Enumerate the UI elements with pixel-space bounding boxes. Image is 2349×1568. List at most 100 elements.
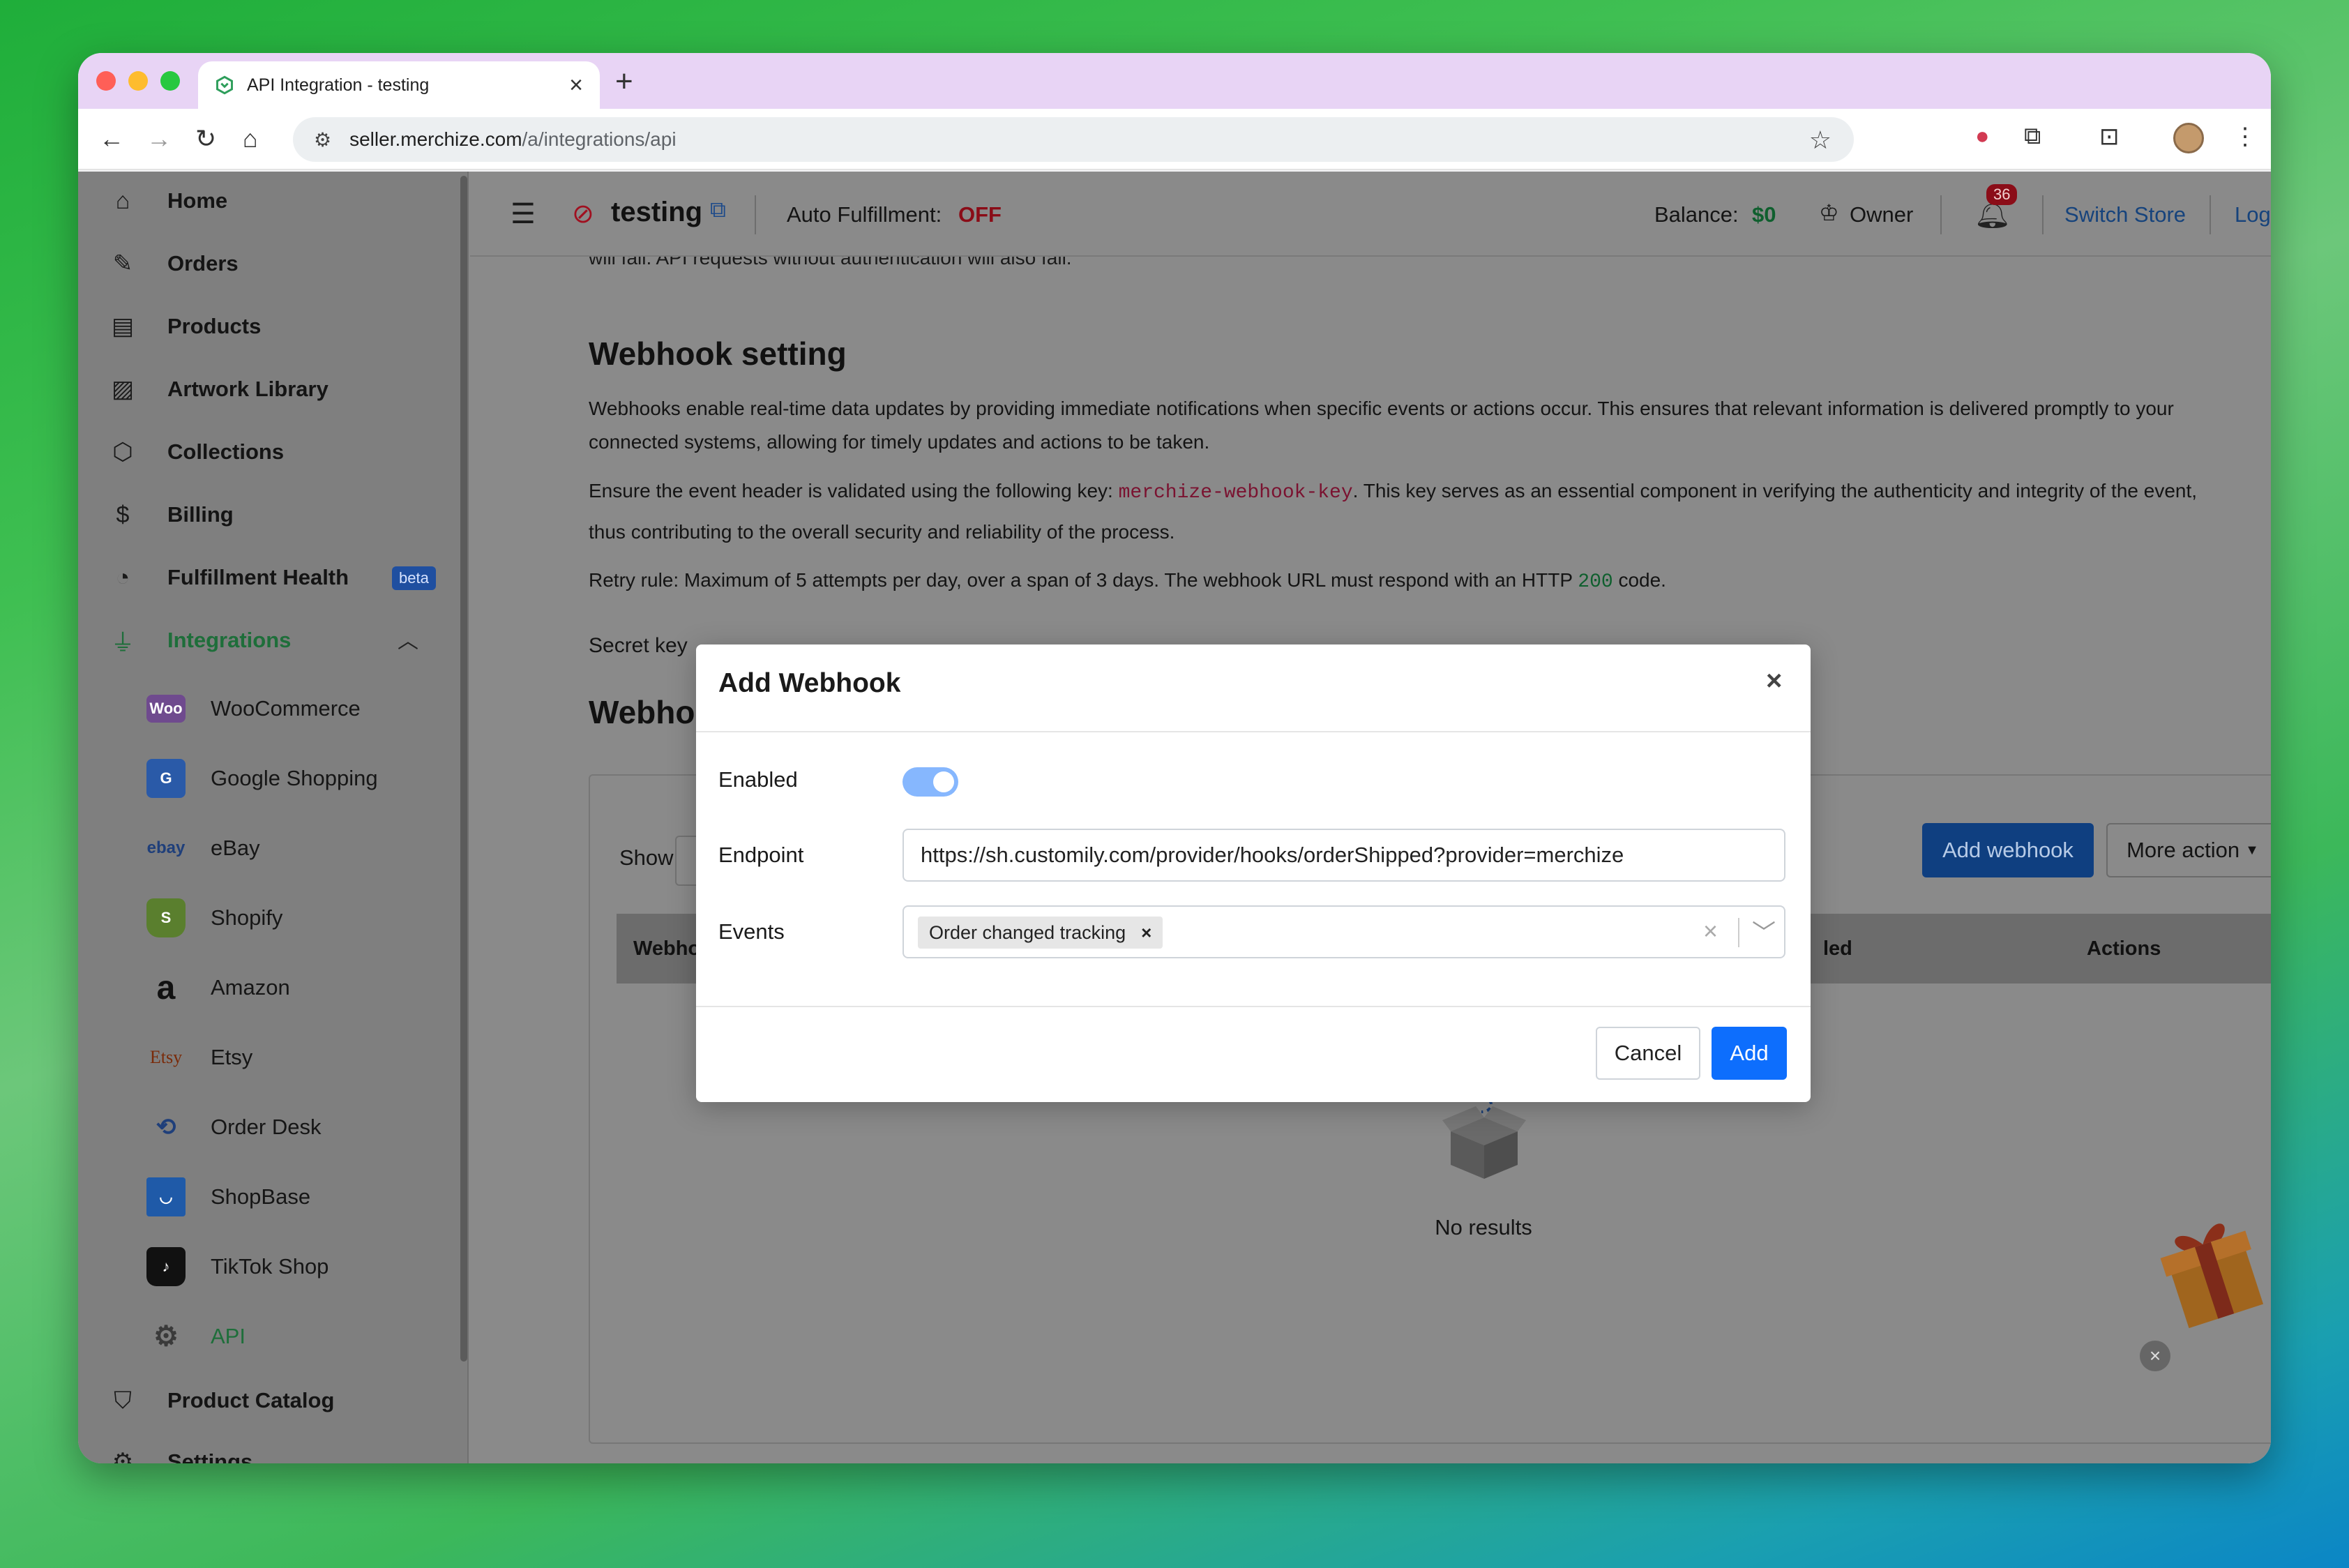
sidebar-subitem-label: Google Shopping (211, 766, 378, 790)
store-name: testing (611, 197, 703, 227)
sidebar-subitem-shopify[interactable]: S Shopify (78, 886, 455, 949)
auto-fulfillment-label: Auto Fulfillment: (787, 202, 942, 227)
dollar-icon: $ (116, 501, 130, 528)
retry-pre: Retry rule: Maximum of 5 attempts per da… (589, 569, 1578, 591)
events-label: Events (718, 919, 785, 944)
close-icon[interactable]: × (1766, 665, 1782, 697)
etsy-logo-icon: Etsy (149, 1047, 183, 1067)
sidebar-subitem-ebay[interactable]: ebay eBay (78, 816, 455, 879)
sidebar-item-billing[interactable]: $ Billing (78, 487, 455, 543)
external-link-icon[interactable]: ⧉ (710, 197, 726, 223)
sidebar-item-label: Integrations (167, 628, 292, 652)
gift-close-button[interactable]: × (2140, 1341, 2170, 1371)
switch-store-link[interactable]: Switch Store (2064, 202, 2186, 227)
add-button[interactable]: Add (1712, 1027, 1787, 1080)
store-status-icon: ⊘ (572, 199, 594, 229)
add-webhook-button[interactable]: Add webhook (1922, 823, 2094, 877)
sidebar-subitem-shopbase[interactable]: ◡ ShopBase (78, 1165, 455, 1228)
sidebar-item-label: Artwork Library (167, 377, 328, 401)
endpoint-input[interactable]: https://sh.customily.com/provider/hooks/… (902, 829, 1785, 882)
browser-menu-icon[interactable]: ⋮ (2233, 123, 2257, 151)
add-webhook-modal: Add Webhook × Enabled Endpoint https://s… (696, 644, 1811, 1102)
forward-icon[interactable]: → (146, 124, 172, 153)
sidebar-subitem-order-desk[interactable]: ⟲ Order Desk (78, 1095, 455, 1158)
hamburger-menu-icon[interactable]: ☰ (511, 198, 536, 230)
remove-chip-icon[interactable]: × (1141, 922, 1151, 944)
sidebar-item-label: Home (167, 188, 228, 213)
event-chip-label: Order changed tracking (929, 921, 1126, 943)
tab-close-icon[interactable]: × (569, 72, 583, 99)
clear-selection-icon[interactable]: × (1703, 917, 1718, 946)
cancel-button[interactable]: Cancel (1596, 1027, 1700, 1080)
gift-icon[interactable] (2157, 1204, 2268, 1329)
header-spacer (1795, 195, 1797, 234)
sidebar-item-home[interactable]: ⌂ Home (78, 173, 455, 229)
tab-search-icon[interactable]: ⊡ (2099, 123, 2120, 151)
ebay-logo-icon: ebay (146, 838, 186, 857)
pie-chart-icon: ◔ (115, 564, 130, 591)
gear-icon: ⚙ (112, 1449, 134, 1463)
sidebar-subitem-label: Order Desk (211, 1115, 322, 1139)
sidebar-subitem-label: TikTok Shop (211, 1254, 329, 1279)
profile-avatar[interactable] (2173, 123, 2204, 153)
beta-badge: beta (392, 566, 436, 590)
enabled-toggle[interactable] (902, 767, 958, 797)
browser-tab[interactable]: API Integration - testing × (198, 61, 600, 109)
home-icon[interactable]: ⌂ (243, 124, 258, 153)
sidebar-subitem-google-shopping[interactable]: G Google Shopping (78, 746, 455, 809)
shirt-icon: ⛉ (114, 1387, 132, 1414)
bookmark-star-icon[interactable]: ☆ (1809, 126, 1831, 155)
shopify-logo-icon: S (146, 898, 186, 937)
extension-icon[interactable]: ● (1975, 123, 1990, 150)
puzzle-extensions-icon[interactable]: ⧉ (2024, 123, 2041, 150)
sidebar-subitem-label: Shopify (211, 905, 283, 930)
logout-link[interactable]: Logout (2235, 202, 2271, 227)
modal-footer-divider (696, 1006, 1811, 1007)
api-gear-icon: ⚙ (153, 1321, 179, 1352)
sidebar-subitem-label: WooCommerce (211, 696, 361, 721)
new-tab-button[interactable]: + (615, 64, 633, 99)
shopbase-logo-icon: ◡ (146, 1177, 186, 1216)
sidebar-scrollbar[interactable] (460, 176, 467, 1362)
url-path: /a/integrations/api (522, 128, 677, 150)
sidebar-item-orders[interactable]: ✎ Orders (78, 236, 455, 292)
sidebar-subitem-api[interactable]: ⚙ API (78, 1304, 455, 1367)
balance-value: $0 (1752, 202, 1776, 227)
col-enabled: led (1823, 937, 1852, 960)
enabled-label: Enabled (718, 767, 798, 792)
chevron-up-icon[interactable]: ︿ (398, 624, 418, 654)
more-action-label: More action (2127, 838, 2240, 862)
sidebar-subitem-woocommerce[interactable]: Woo WooCommerce (78, 677, 455, 739)
sidebar-subitem-tiktok-shop[interactable]: ♪ TikTok Shop (78, 1235, 455, 1297)
site-settings-icon[interactable]: ⚙ (314, 128, 331, 151)
sidebar-item-settings[interactable]: ⚙ Settings (78, 1434, 455, 1463)
events-select[interactable]: Order changed tracking × × ﹀ (902, 905, 1785, 958)
maximize-window-button[interactable] (160, 71, 180, 91)
sidebar-subitem-amazon[interactable]: a Amazon (78, 956, 455, 1018)
tab-title: API Integration - testing (247, 75, 430, 95)
sidebar-item-fulfillment-health[interactable]: ◔ Fulfillment Health beta (78, 550, 455, 605)
home-icon: ⌂ (115, 187, 130, 214)
sidebar-item-collections[interactable]: ⬡ Collections (78, 424, 455, 480)
secret-key-label: Secret key (589, 634, 688, 657)
sidebar-item-artwork-library[interactable]: ▨ Artwork Library (78, 361, 455, 417)
more-action-button[interactable]: More action ▼ (2106, 823, 2271, 877)
sidebar-item-product-catalog[interactable]: ⛉ Product Catalog (78, 1373, 455, 1428)
webhook-key-code: merchize-webhook-key (1118, 482, 1353, 504)
sidebar-item-integrations[interactable]: ⏚ Integrations ︿ (78, 612, 455, 668)
sidebar-subitem-label: eBay (211, 836, 260, 860)
sidebar-item-products[interactable]: ▤ Products (78, 299, 455, 354)
select-separator (1738, 918, 1739, 947)
close-window-button[interactable] (96, 71, 116, 91)
header-divider (755, 195, 756, 234)
sidebar-item-label: Settings (167, 1449, 253, 1463)
back-icon[interactable]: ← (99, 124, 124, 153)
chevron-down-icon[interactable]: ﹀ (1752, 914, 1776, 948)
minimize-window-button[interactable] (128, 71, 148, 91)
amazon-logo-icon: a (156, 969, 176, 1007)
address-bar[interactable]: ⚙ seller.merchize.com/a/integrations/api… (293, 117, 1854, 162)
sidebar-subitem-etsy[interactable]: Etsy Etsy (78, 1025, 455, 1088)
reload-icon[interactable]: ↻ (195, 124, 216, 153)
auto-fulfillment-value[interactable]: OFF (958, 202, 1002, 227)
event-chip: Order changed tracking × (918, 917, 1163, 949)
